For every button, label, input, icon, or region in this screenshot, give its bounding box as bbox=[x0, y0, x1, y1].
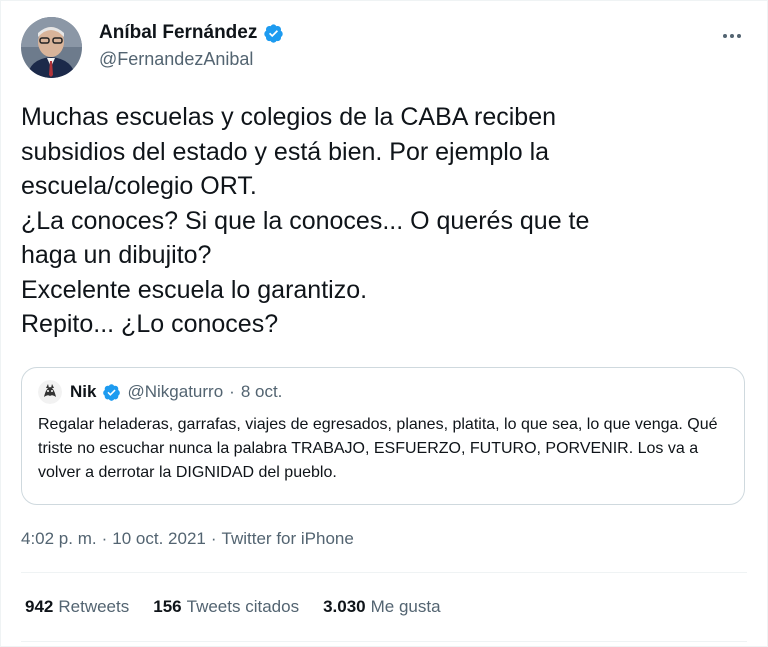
likes-count: 3.030 bbox=[323, 597, 366, 616]
quoted-author-avatar bbox=[38, 380, 62, 404]
author-info: Aníbal Fernández @FernandezAnibal bbox=[99, 21, 284, 71]
quoted-separator: · bbox=[229, 382, 235, 401]
verified-badge-icon bbox=[263, 23, 284, 44]
tweet-source[interactable]: Twitter for iPhone bbox=[222, 528, 354, 550]
likes-label: Me gusta bbox=[370, 597, 441, 616]
tweet-time[interactable]: 4:02 p. m. bbox=[21, 528, 97, 550]
quoted-tweet-header: Nik @Nikgaturro · 8 oct. bbox=[38, 380, 282, 404]
meta-separator: · bbox=[101, 529, 108, 548]
quotes-stat[interactable]: 156 Tweets citados bbox=[153, 596, 299, 618]
tweet-header: Aníbal Fernández @FernandezAnibal bbox=[21, 17, 751, 79]
tweet-detail: Aníbal Fernández @FernandezAnibal Muchas… bbox=[0, 0, 768, 647]
tweet-meta: 4:02 p. m. · 10 oct. 2021 · Twitter for … bbox=[21, 528, 354, 550]
retweets-label: Retweets bbox=[58, 597, 130, 616]
tweet-date[interactable]: 10 oct. 2021 bbox=[112, 528, 206, 550]
likes-stat[interactable]: 3.030 Me gusta bbox=[323, 596, 440, 618]
author-name-row[interactable]: Aníbal Fernández bbox=[99, 21, 284, 45]
quoted-tweet-card[interactable]: Nik @Nikgaturro · 8 oct. Regalar helader… bbox=[21, 367, 745, 505]
tweet-text: Muchas escuelas y colegios de la CABA re… bbox=[21, 103, 590, 338]
quoted-tweet-text: Regalar heladeras, garrafas, viajes de e… bbox=[38, 416, 718, 481]
divider bbox=[21, 572, 747, 573]
retweets-stat[interactable]: 942 Retweets bbox=[25, 596, 129, 618]
quoted-author-handle: @Nikgaturro bbox=[127, 382, 224, 401]
more-options-icon bbox=[722, 26, 742, 44]
divider bbox=[21, 641, 747, 642]
meta-separator: · bbox=[210, 529, 217, 548]
author-handle[interactable]: @FernandezAnibal bbox=[99, 47, 284, 71]
retweets-count: 942 bbox=[25, 597, 54, 616]
author-display-name[interactable]: Aníbal Fernández bbox=[99, 21, 257, 45]
more-options-button[interactable] bbox=[717, 25, 747, 45]
quoted-author-name: Nik bbox=[70, 382, 97, 401]
tweet-stats: 942 Retweets 156 Tweets citados 3.030 Me… bbox=[25, 596, 441, 618]
quoted-date: 8 oct. bbox=[240, 382, 283, 401]
author-avatar[interactable] bbox=[21, 17, 82, 78]
verified-badge-icon bbox=[102, 383, 121, 402]
quotes-label: Tweets citados bbox=[186, 597, 300, 616]
quotes-count: 156 bbox=[153, 597, 182, 616]
